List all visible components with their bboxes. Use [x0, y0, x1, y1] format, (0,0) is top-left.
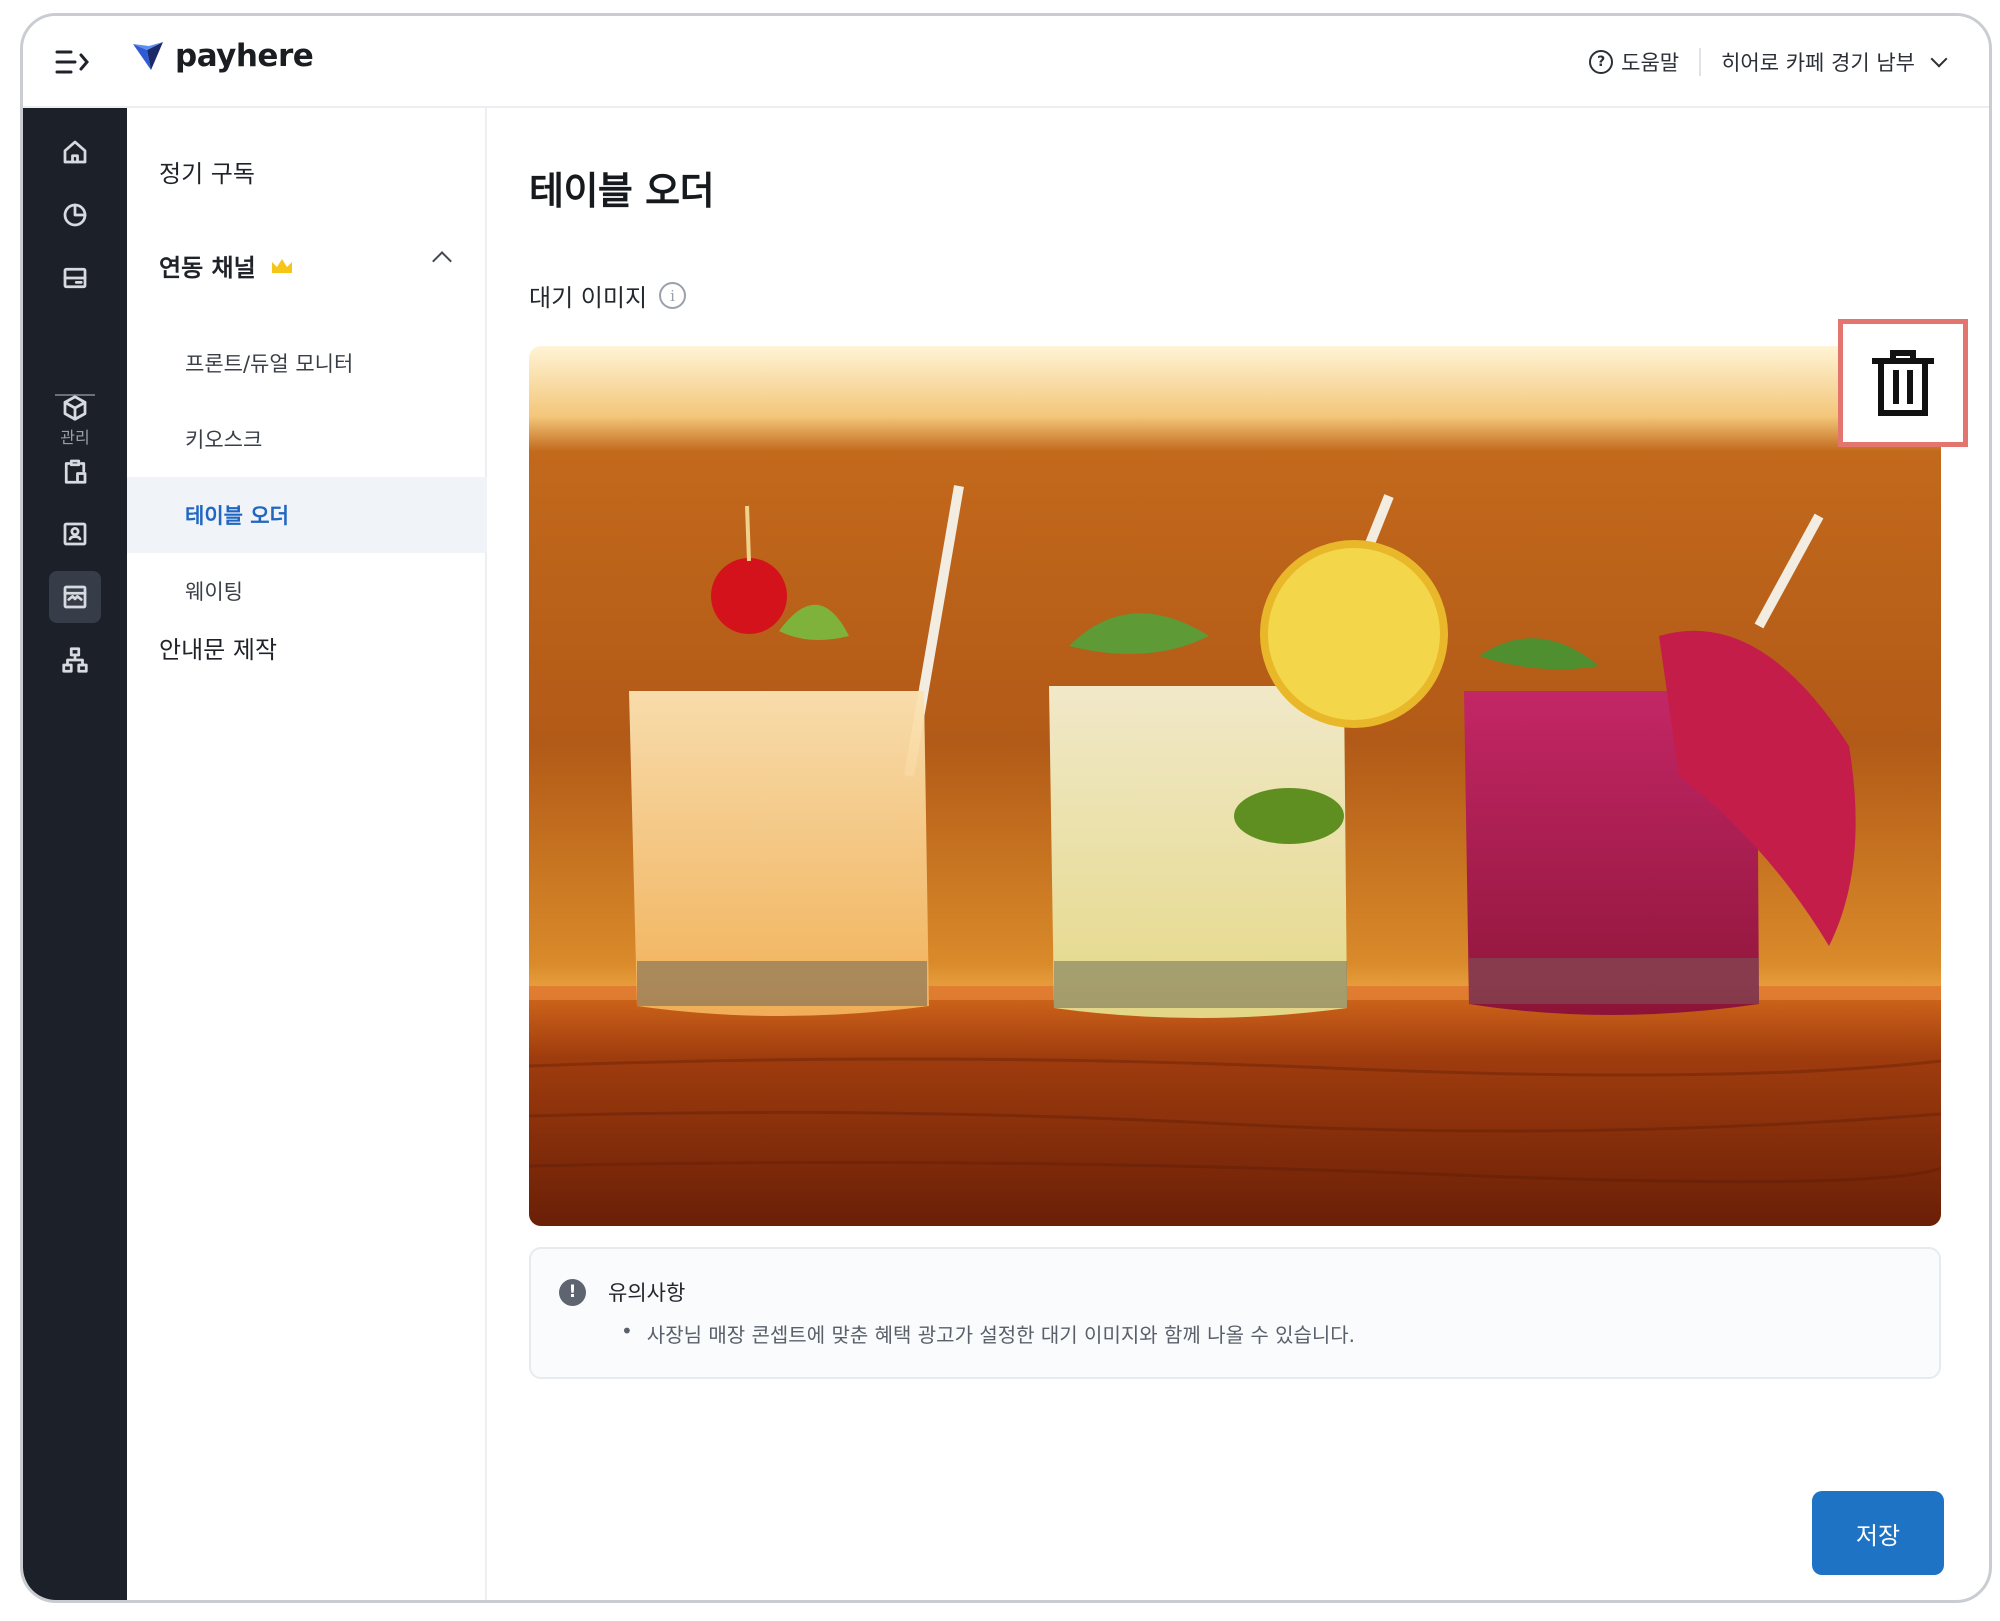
standby-image-label: 대기 이미지 i [529, 278, 687, 313]
notice-header: ! 유의사항 [559, 1277, 685, 1307]
logo-mark-icon [133, 42, 163, 70]
icon-rail: 관리 [23, 108, 127, 1600]
notice-text: 사장님 매장 콘셉트에 맞춘 혜택 광고가 설정한 대기 이미지와 함께 나올 … [646, 1323, 1356, 1347]
divider [1699, 48, 1702, 76]
help-label: 도움말 [1621, 51, 1680, 75]
clipboard-icon[interactable] [49, 445, 101, 497]
chevron-up-icon[interactable] [432, 251, 452, 271]
main-content: 테이블 오더 대기 이미지 i ! 유의사항 • 사장님 매장 콘셉트에 맞춘 … [487, 108, 1989, 1600]
card-icon[interactable] [49, 252, 101, 304]
nav-item-table-order[interactable]: 테이블 오더 [127, 477, 487, 553]
nav-subscription[interactable]: 정기 구독 [159, 154, 255, 189]
info-icon[interactable]: i [659, 282, 687, 309]
top-bar: payhere ? 도움말 히어로 카페 경기 남부 [23, 16, 1989, 108]
home-icon[interactable] [49, 126, 101, 178]
standby-image [529, 346, 1941, 1226]
nav-item-waiting[interactable]: 웨이팅 [127, 553, 487, 629]
payhere-logo[interactable]: payhere [131, 38, 314, 74]
notice-body: • 사장님 매장 콘셉트에 맞춘 혜택 광고가 설정한 대기 이미지와 함께 나… [621, 1319, 1355, 1348]
menu-toggle-icon[interactable] [53, 44, 93, 80]
chevron-down-icon [1930, 50, 1948, 68]
nav-notice-maker[interactable]: 안내문 제작 [159, 630, 277, 665]
notice-title: 유의사항 [608, 1281, 686, 1305]
nav-item-front-dual-monitor[interactable]: 프론트/듀얼 모니터 [127, 325, 487, 401]
help-icon: ? [1589, 50, 1614, 74]
notice-box: ! 유의사항 • 사장님 매장 콘셉트에 맞춘 혜택 광고가 설정한 대기 이미… [529, 1247, 1941, 1379]
help-button[interactable]: ? 도움말 [1589, 47, 1679, 77]
trash-icon [1872, 350, 1934, 416]
secondary-nav: 정기 구독 연동 채널 프론트/듀얼 모니터 키오스크 테이블 오더 웨이팅 안… [127, 108, 487, 1600]
page-title: 테이블 오더 [529, 169, 715, 213]
nav-item-kiosk[interactable]: 키오스크 [127, 401, 487, 477]
store-icon[interactable] [49, 571, 101, 623]
sitemap-icon[interactable] [49, 634, 101, 686]
store-selector[interactable]: 히어로 카페 경기 남부 [1721, 47, 1948, 77]
nav-linked-channels[interactable]: 연동 채널 [159, 248, 294, 283]
pie-chart-icon[interactable] [49, 189, 101, 241]
cocktails-photo [529, 346, 1941, 1226]
top-right-controls: ? 도움말 히어로 카페 경기 남부 [1589, 16, 1948, 108]
brand-name: payhere [175, 38, 314, 74]
standby-image-label-text: 대기 이미지 [529, 284, 648, 312]
app-window: payhere ? 도움말 히어로 카페 경기 남부 관리 정기 구독 연동 채… [20, 13, 1992, 1603]
crown-icon [271, 258, 292, 273]
nav-linked-channels-label: 연동 채널 [159, 254, 256, 282]
alert-icon: ! [559, 1278, 586, 1306]
delete-image-button[interactable] [1838, 319, 1968, 447]
box-icon[interactable] [49, 382, 101, 434]
bullet: • [621, 1319, 633, 1343]
contact-card-icon[interactable] [49, 508, 101, 560]
store-name: 히어로 카페 경기 남부 [1721, 51, 1915, 75]
save-button[interactable]: 저장 [1812, 1491, 1944, 1575]
